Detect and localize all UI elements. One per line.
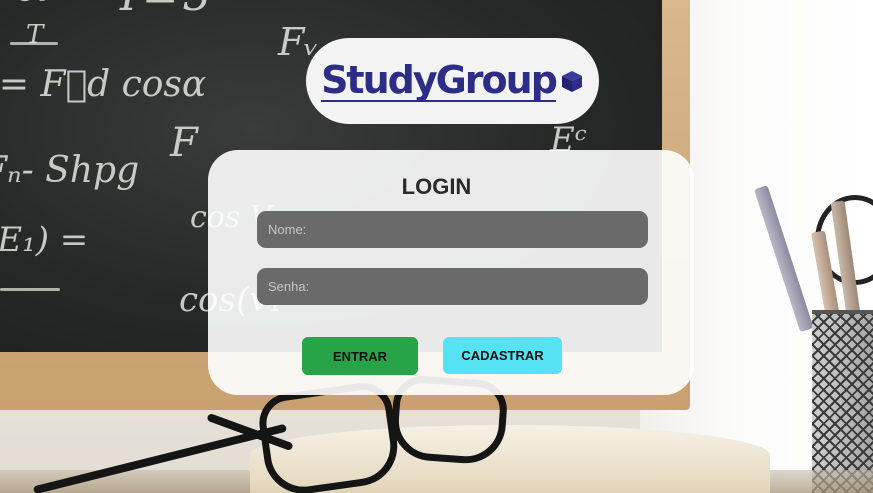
logo-text: StudyGroup <box>321 58 558 102</box>
chalk-line <box>0 288 60 291</box>
chalk-scribble: (E₁) = <box>0 220 89 260</box>
cube-icon <box>561 71 582 92</box>
chalk-scribble: I = 3 <box>120 0 211 21</box>
chalk-scribble: T <box>0 20 44 50</box>
password-input[interactable] <box>257 268 648 305</box>
name-input[interactable] <box>257 211 648 248</box>
app-logo: StudyGroup <box>321 60 584 102</box>
enter-button[interactable]: ENTRAR <box>302 337 418 375</box>
glasses-lens-left <box>255 379 403 493</box>
pencil-cup <box>812 310 873 493</box>
chalk-scribble: F <box>170 120 198 166</box>
chalk-scribble: 4= F⃗d cosα <box>0 64 207 105</box>
login-title: LOGIN <box>401 174 472 199</box>
logo-container: StudyGroup <box>306 38 599 124</box>
chalk-scribble: = C₀ <box>0 0 50 9</box>
login-page: I = 3 = C₀ T 4= F⃗d cosα Fₙ- Shpg (E₁) =… <box>0 0 873 493</box>
chalk-line <box>10 42 58 45</box>
chalk-scribble: Fᵥ <box>240 20 319 64</box>
register-button[interactable]: CADASTRAR <box>443 337 562 374</box>
